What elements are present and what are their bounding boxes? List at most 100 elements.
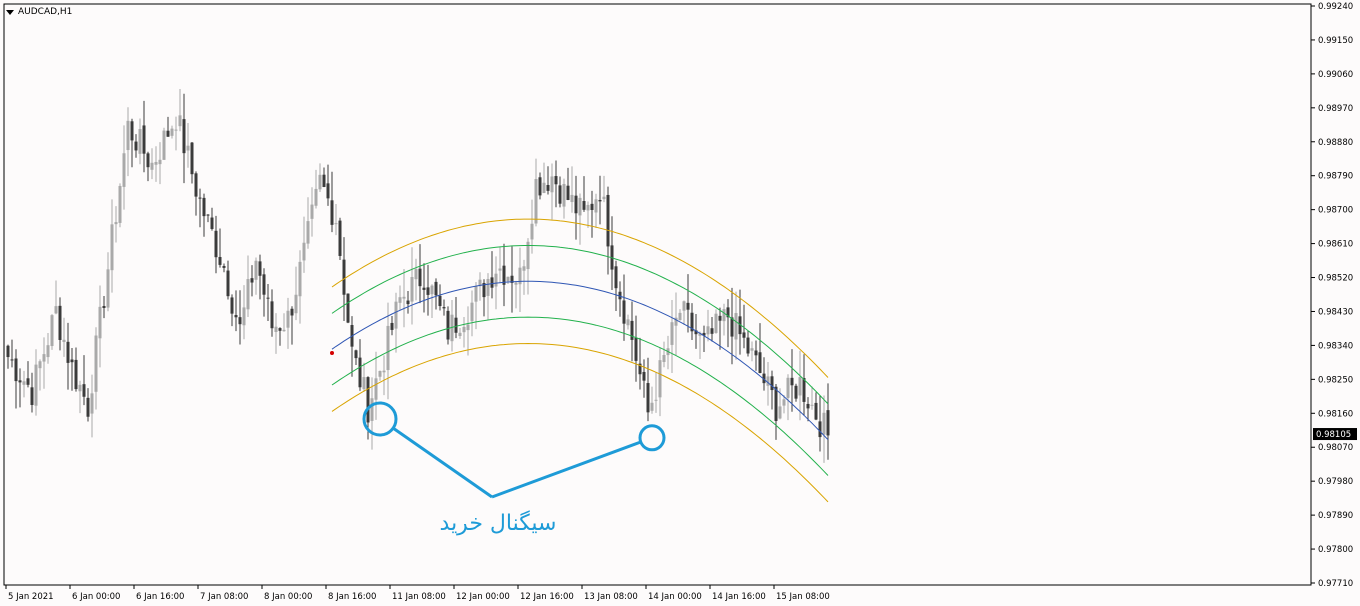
- bull-candle-body: [378, 370, 382, 377]
- bear-candle-body: [238, 317, 242, 325]
- signal-pointer-line: [392, 426, 493, 499]
- bull-candle-body: [334, 223, 338, 225]
- bull-candle-body: [486, 278, 490, 296]
- bear-candle-body: [442, 307, 446, 309]
- bear-candle-body: [546, 184, 550, 191]
- bull-candle-body: [530, 223, 534, 240]
- bear-candle-body: [742, 332, 746, 338]
- bear-candle-body: [278, 328, 282, 331]
- bull-candle-body: [506, 276, 510, 282]
- bear-candle-body: [634, 337, 638, 361]
- bull-candle-body: [126, 120, 130, 151]
- bull-candle-body: [110, 224, 114, 271]
- bull-candle-body: [42, 354, 46, 362]
- bear-candle-body: [270, 301, 274, 329]
- price-tick-label: 0.99150: [1318, 36, 1353, 46]
- bull-candle-body: [778, 406, 782, 419]
- bear-candle-body: [826, 410, 830, 436]
- plot-frame: [3, 3, 1312, 586]
- chart-frame-layer: [3, 3, 1312, 586]
- bull-candle-body: [786, 377, 790, 398]
- bear-candle-body: [86, 397, 90, 417]
- bear-candle-body: [434, 281, 438, 296]
- inner-lower-band: [331, 316, 829, 476]
- bear-candle-body: [426, 287, 430, 295]
- bear-candle-body: [250, 278, 254, 283]
- bull-candle-body: [714, 313, 718, 333]
- chevron-down-icon[interactable]: [6, 9, 14, 15]
- signal-annotation-layer: سیگنال خرید: [362, 401, 666, 536]
- price-tick-label: 0.98250: [1318, 375, 1353, 385]
- bear-candle-body: [218, 256, 222, 265]
- outer-lower-band: [331, 342, 829, 503]
- bull-candle-body: [382, 370, 386, 373]
- bear-candle-body: [582, 201, 586, 210]
- bear-candle-body: [214, 230, 218, 258]
- bear-candle-body: [142, 125, 146, 154]
- bull-candle-body: [186, 145, 190, 151]
- bull-candle-body: [402, 296, 406, 299]
- symbol-header[interactable]: AUDCAD,H1: [6, 5, 72, 19]
- bull-candle-body: [54, 306, 58, 314]
- bear-candle-body: [18, 380, 22, 383]
- bear-candle-body: [754, 350, 758, 356]
- bear-candle-body: [258, 261, 262, 276]
- bull-candle-body: [662, 354, 666, 363]
- bear-candle-body: [146, 153, 150, 168]
- chart-window[interactable]: سیگنال خرید 0.99240 0.99150 0.99060 0.98970…: [0, 0, 1360, 602]
- bear-candle-body: [390, 322, 394, 330]
- bull-candle-body: [534, 179, 538, 224]
- bull-candle-body: [470, 302, 474, 322]
- bull-candle-body: [114, 222, 118, 225]
- bear-candle-body: [418, 268, 422, 287]
- bear-candle-body: [574, 195, 578, 214]
- bull-candle-body: [242, 307, 246, 326]
- price-tick-label: 0.99240: [1318, 2, 1353, 12]
- bull-candle-body: [170, 128, 174, 136]
- bear-candle-body: [554, 176, 558, 185]
- bear-candle-body: [806, 403, 810, 409]
- bull-candle-body: [98, 306, 102, 339]
- bear-candle-body: [770, 376, 774, 391]
- bear-candle-body: [454, 317, 458, 333]
- price-tick-label: 0.98070: [1318, 443, 1353, 453]
- bull-candle-body: [494, 273, 498, 287]
- price-tick-label: 0.98340: [1318, 341, 1353, 351]
- bull-candle-body: [254, 260, 258, 280]
- time-tick-label: 7 Jan 08:00: [200, 592, 248, 602]
- time-tick-label: 6 Jan 16:00: [136, 592, 184, 602]
- bear-candle-body: [558, 185, 562, 204]
- bull-candle-body: [122, 153, 126, 187]
- bear-candle-body: [14, 358, 18, 382]
- bull-candle-body: [810, 404, 814, 406]
- bull-candle-body: [306, 221, 310, 244]
- bear-candle-body: [166, 130, 170, 137]
- bull-candle-body: [734, 313, 738, 340]
- time-tick-label: 8 Jan 16:00: [328, 592, 376, 602]
- bull-candle-body: [570, 194, 574, 203]
- bull-candle-body: [46, 345, 50, 358]
- price-chart[interactable]: سیگنال خرید 0.99240 0.99150 0.99060 0.98970…: [0, 0, 1360, 602]
- bull-candle-body: [318, 174, 322, 190]
- bull-candle-body: [38, 361, 42, 369]
- bull-candle-body: [750, 348, 754, 351]
- bull-candle-body: [626, 319, 630, 326]
- bull-candle-body: [274, 326, 278, 332]
- bear-candle-body: [26, 378, 30, 385]
- bull-candle-body: [658, 360, 662, 398]
- bear-candle-body: [566, 185, 570, 200]
- bear-candle-body: [606, 194, 610, 247]
- bull-candle-body: [602, 196, 606, 200]
- bear-candle-body: [730, 317, 734, 337]
- price-tick-label: 0.99060: [1318, 70, 1353, 80]
- signal-circle: [638, 424, 666, 452]
- time-axis: 5 Jan 2021 6 Jan 00:00 6 Jan 16:00 7 Jan 08…: [5, 585, 830, 602]
- bear-candle-body: [630, 320, 634, 340]
- bear-candle-body: [6, 345, 10, 358]
- bear-candle-body: [790, 377, 794, 386]
- bear-candle-body: [354, 350, 358, 359]
- bear-candle-body: [642, 371, 646, 381]
- symbol-label: AUDCAD,H1: [18, 7, 73, 17]
- bull-candle-body: [298, 261, 302, 297]
- bear-candle-body: [134, 141, 138, 151]
